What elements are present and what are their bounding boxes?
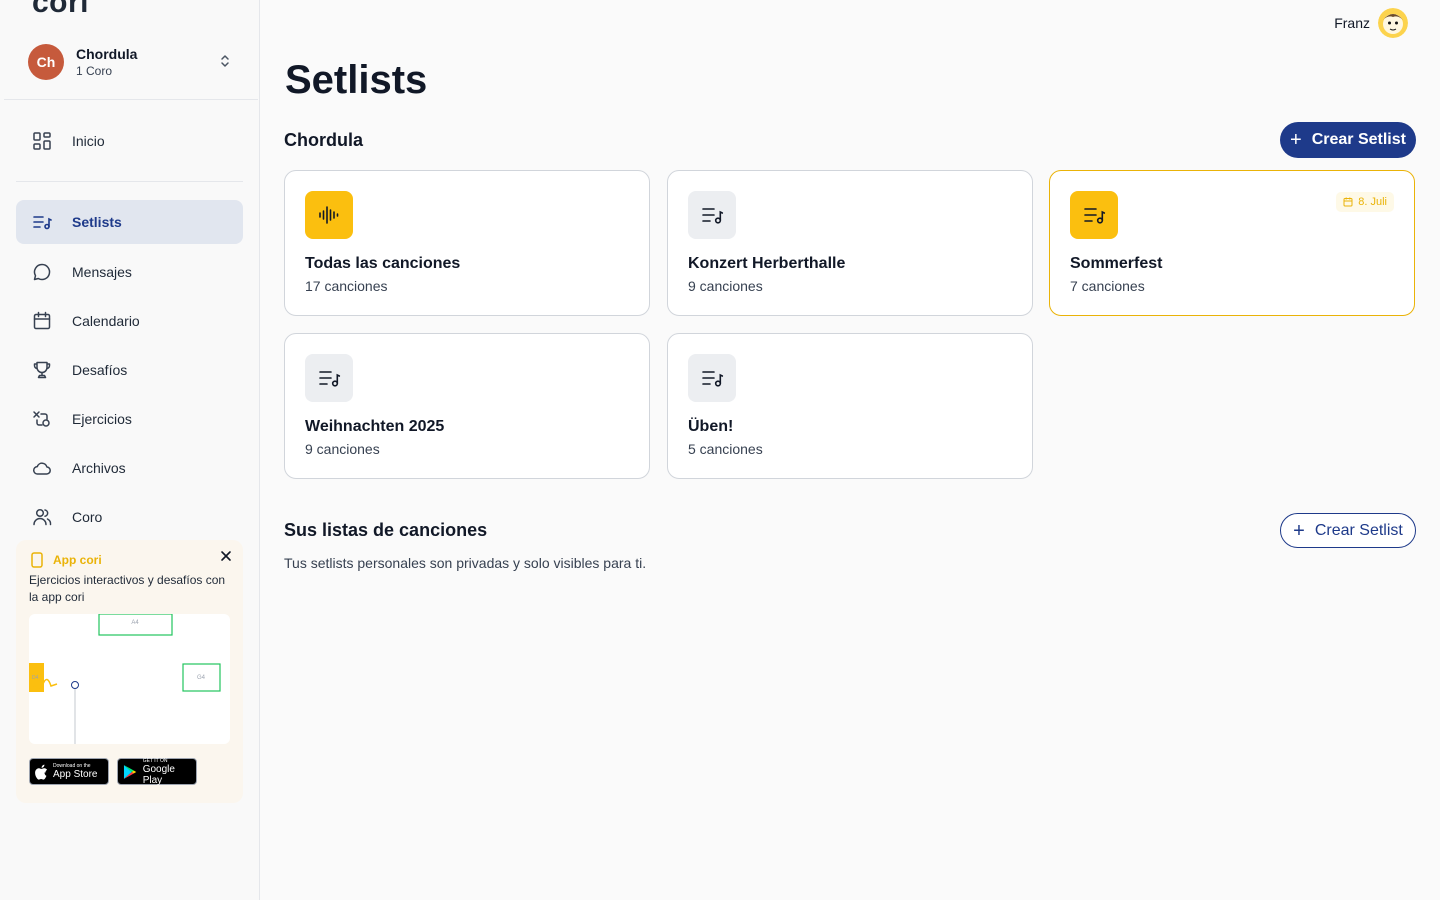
playlist-icon <box>688 191 736 239</box>
create-setlist-label: Crear Setlist <box>1314 521 1403 539</box>
page-title: Setlists <box>285 58 428 102</box>
setlist-card[interactable]: Todas las canciones 17 canciones <box>284 170 650 316</box>
setlist-title: Üben! <box>688 418 734 435</box>
date-badge-label: 8. Juli <box>1358 196 1387 208</box>
setlist-count: 9 canciones <box>305 441 380 457</box>
sidebar-item-label: Inicio <box>72 133 105 149</box>
phone-icon <box>31 552 43 568</box>
sidebar: cori Ch Chordula 1 Coro Inicio Setlists … <box>0 0 260 900</box>
sidebar-item-ejercicios[interactable]: Ejercicios <box>16 397 243 441</box>
setlist-title: Weihnachten 2025 <box>305 418 445 435</box>
preview-note-label: A4 <box>131 620 139 626</box>
sidebar-item-label: Calendario <box>72 313 140 329</box>
date-badge: 8. Juli <box>1336 192 1394 212</box>
close-icon[interactable] <box>219 549 233 563</box>
preview-note-label: G4 <box>197 675 206 681</box>
exercise-icon <box>31 408 53 430</box>
sidebar-divider <box>4 99 258 100</box>
choir-name: Chordula <box>76 46 138 62</box>
sidebar-item-mensajes[interactable]: Mensajes <box>16 250 243 294</box>
app-promo-card: App cori Ejercicios interactivos y desaf… <box>16 540 243 803</box>
google-play-button[interactable]: GET IT ON Google Play <box>117 758 197 786</box>
playlist-icon <box>688 354 736 402</box>
plus-icon: + <box>1293 519 1305 542</box>
section-title-personal: Sus listas de canciones <box>284 520 488 540</box>
personal-section-description: Tus setlists personales son privadas y s… <box>284 555 647 571</box>
plus-icon: + <box>1290 129 1302 151</box>
setlist-card[interactable]: Weihnachten 2025 9 canciones <box>284 333 650 479</box>
user-name: Franz <box>1334 15 1370 31</box>
trophy-icon <box>31 359 53 381</box>
section-title-group: Chordula <box>284 130 363 150</box>
setlist-count: 5 canciones <box>688 441 763 457</box>
setlist-count: 17 canciones <box>305 278 388 294</box>
setlist-count: 9 canciones <box>688 278 763 294</box>
promo-text: Ejercicios interactivos y desafíos con l… <box>29 573 226 604</box>
sidebar-item-archivos[interactable]: Archivos <box>16 446 243 490</box>
create-personal-setlist-button[interactable]: + Crear Setlist <box>1280 513 1416 548</box>
calendar-icon <box>1343 197 1353 207</box>
app-store-large-text: App Store <box>53 769 98 780</box>
app-preview-image: A4 G4 D4 <box>29 614 230 744</box>
setlist-title: Sommerfest <box>1070 255 1163 272</box>
chevron-up-down-icon <box>221 55 229 67</box>
create-setlist-button[interactable]: + Crear Setlist <box>1280 122 1416 158</box>
sidebar-item-label: Mensajes <box>72 264 132 280</box>
cloud-icon <box>31 457 53 479</box>
grid-icon <box>31 130 53 152</box>
setlist-title: Konzert Herberthalle <box>688 255 846 272</box>
user-menu[interactable]: Franz <box>1334 8 1408 38</box>
playlist-icon <box>1070 191 1118 239</box>
sidebar-item-coro[interactable]: Coro <box>16 495 243 539</box>
sidebar-item-label: Coro <box>72 509 103 525</box>
sidebar-item-label: Ejercicios <box>72 411 132 427</box>
choir-subtitle: 1 Coro <box>76 64 113 78</box>
setlist-card[interactable]: 8. Juli Sommerfest 7 canciones <box>1049 170 1415 316</box>
playlist-icon <box>305 354 353 402</box>
sidebar-item-label: Archivos <box>72 460 126 476</box>
setlist-title: Todas las canciones <box>305 255 461 272</box>
sidebar-item-inicio[interactable]: Inicio <box>16 119 243 163</box>
playlist-icon <box>31 211 53 233</box>
app-store-button[interactable]: Download on the App Store <box>29 758 109 785</box>
create-setlist-label: Crear Setlist <box>1311 131 1406 148</box>
chat-icon <box>31 261 53 283</box>
sidebar-item-setlists[interactable]: Setlists <box>16 200 243 244</box>
setlist-count: 7 canciones <box>1070 278 1145 294</box>
sidebar-item-label: Desafíos <box>72 362 128 378</box>
apple-icon <box>35 764 48 780</box>
avatar <box>1378 8 1408 38</box>
setlist-card[interactable]: Konzert Herberthalle 9 canciones <box>667 170 1033 316</box>
sidebar-item-calendario[interactable]: Calendario <box>16 299 243 343</box>
waveform-icon <box>305 191 353 239</box>
sidebar-divider <box>16 181 243 182</box>
app-logo[interactable]: cori <box>32 0 89 20</box>
calendar-icon <box>31 310 53 332</box>
main-content: Franz Setlists Chordula + Crear Setlist … <box>260 0 1440 900</box>
sidebar-item-desafios[interactable]: Desafíos <box>16 348 243 392</box>
choir-switcher[interactable]: Ch Chordula 1 Coro <box>16 36 244 88</box>
setlist-card[interactable]: Üben! 5 canciones <box>667 333 1033 479</box>
sidebar-item-label: Setlists <box>72 214 122 230</box>
google-play-icon <box>123 764 137 779</box>
choir-avatar: Ch <box>28 44 64 80</box>
google-play-large-text: Google Play <box>142 763 175 786</box>
users-icon <box>31 506 53 528</box>
preview-note-label: D4 <box>32 675 39 681</box>
promo-title: App cori <box>53 553 102 567</box>
